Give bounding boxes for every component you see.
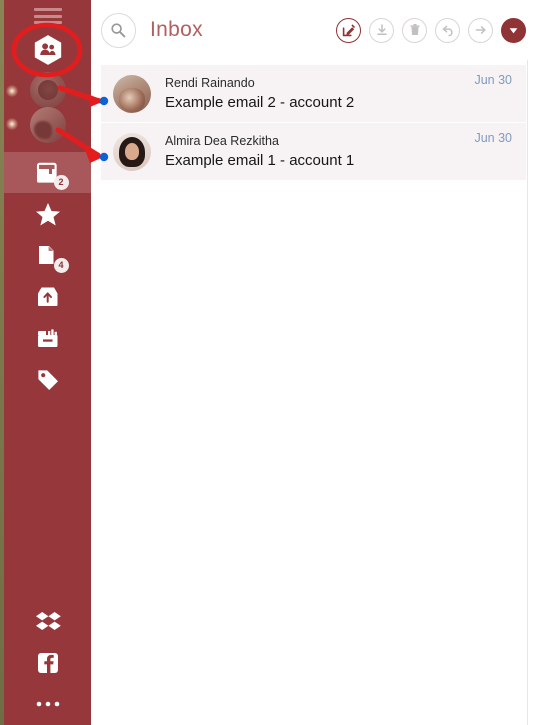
avatar-glow (6, 85, 18, 97)
search-button[interactable] (101, 12, 136, 48)
star-icon (34, 201, 62, 229)
message-subject: Example email 1 - account 1 (165, 151, 355, 169)
sidebar-item-inbox[interactable]: 2 (4, 152, 91, 193)
sidebar-item-facebook[interactable] (4, 642, 91, 683)
avatar-glow (6, 118, 18, 130)
message-sender: Rendi Rainando (165, 75, 255, 90)
message-date: Jun 30 (474, 73, 512, 87)
account-avatar-2[interactable] (29, 107, 66, 143)
sidebar-item-outbox[interactable] (4, 276, 91, 317)
chevron-down-icon (509, 27, 518, 33)
sidebar-item-dropbox[interactable] (4, 600, 91, 641)
archive-box-icon (34, 324, 62, 352)
message-subject: Example email 2 - account 2 (165, 93, 355, 111)
message-row[interactable]: Rendi Rainando Example email 2 - account… (101, 65, 526, 122)
sidebar-content: 2 4 (4, 0, 91, 725)
trash-icon (409, 24, 420, 35)
facebook-icon (34, 649, 62, 677)
mail-application-window: 2 4 Inbox Rendi Rainando Example email 2… (0, 0, 544, 725)
drafts-icon: 4 (34, 242, 69, 273)
forward-arrow-icon (475, 26, 486, 34)
message-text: Rendi Rainando Example email 2 - account… (165, 75, 464, 113)
more-ellipsis-icon (34, 690, 62, 718)
message-sender: Almira Dea Rezkitha (165, 133, 279, 148)
account-avatar-1[interactable] (29, 72, 66, 108)
sidebar: 2 4 (0, 0, 91, 725)
message-date: Jun 30 (474, 131, 512, 145)
inbox-badge: 2 (53, 174, 69, 190)
sidebar-item-all-accounts[interactable] (4, 29, 91, 70)
message-row[interactable]: Almira Dea Rezkitha Example email 1 - ac… (101, 123, 526, 180)
hamburger-line (33, 8, 62, 11)
reply-arrow-icon (442, 25, 453, 37)
download-archive-icon (376, 24, 387, 35)
message-list: Rendi Rainando Example email 2 - account… (101, 65, 526, 180)
search-icon (111, 22, 126, 37)
inbox-icon: 2 (34, 159, 69, 190)
hamburger-menu-icon[interactable] (33, 8, 62, 24)
toolbar: Inbox (91, 0, 544, 60)
unified-accounts-hexagon-icon (34, 34, 62, 65)
sidebar-item-starred[interactable] (4, 194, 91, 235)
more-options-button[interactable] (501, 17, 526, 43)
archive-download-button[interactable] (369, 17, 394, 43)
compose-button[interactable] (336, 17, 361, 43)
drafts-badge: 4 (53, 257, 69, 273)
page-title: Inbox (150, 18, 203, 41)
sidebar-item-more[interactable] (4, 683, 91, 724)
sidebar-item-archive[interactable] (4, 317, 91, 358)
sender-avatar (113, 74, 151, 113)
forward-button[interactable] (468, 17, 493, 43)
sidebar-item-drafts[interactable]: 4 (4, 235, 91, 276)
toolbar-actions (336, 17, 526, 43)
message-list-panel: Inbox Rendi Rainando Example email 2 - a… (91, 0, 544, 725)
message-text: Almira Dea Rezkitha Example email 1 - ac… (165, 133, 464, 171)
dropbox-icon (34, 607, 62, 635)
sender-avatar (113, 132, 151, 171)
hamburger-line (33, 14, 62, 18)
compose-edit-icon (342, 24, 355, 37)
reply-button[interactable] (435, 17, 460, 43)
outbox-upload-icon (34, 283, 62, 311)
window-left-edge (0, 0, 4, 725)
hamburger-line (33, 21, 62, 24)
delete-button[interactable] (402, 17, 427, 43)
sidebar-item-labels[interactable] (4, 359, 91, 400)
panel-divider (527, 60, 528, 725)
tag-icon (34, 366, 62, 394)
